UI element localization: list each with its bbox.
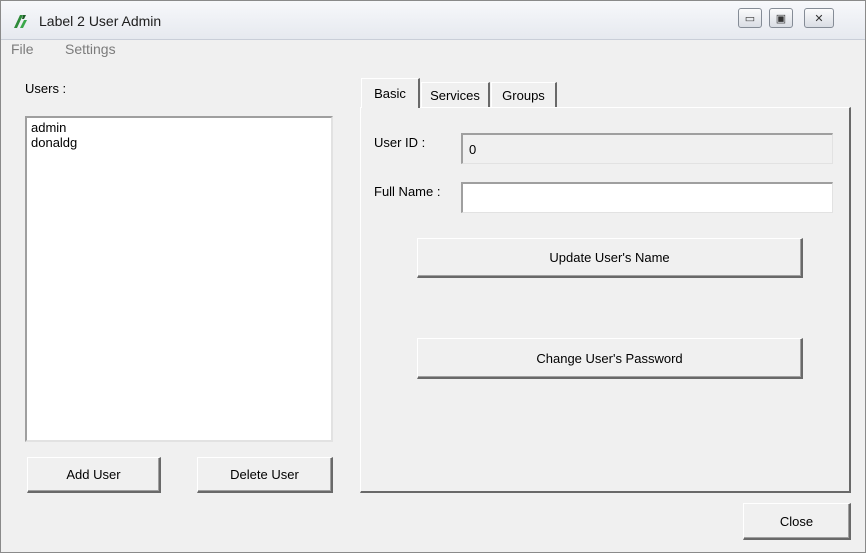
user-id-label: User ID : [374,135,426,150]
delete-user-button[interactable]: Delete User [197,457,333,493]
close-window-button[interactable]: ✕ [804,8,834,28]
menu-settings[interactable]: Settings [65,41,116,57]
maximize-button[interactable]: ▣ [769,8,793,28]
close-button[interactable]: Close [743,503,851,540]
full-name-input[interactable] [461,182,833,213]
list-item[interactable]: admin [31,120,327,135]
minimize-icon: ▭ [744,12,756,25]
update-users-name-button[interactable]: Update User's Name [417,238,803,278]
user-id-field: 0 [461,133,833,164]
full-name-label: Full Name : [374,184,441,199]
change-users-password-button[interactable]: Change User's Password [417,338,803,379]
app-logo-icon [14,15,27,28]
title-bar[interactable]: Label 2 User Admin ▭ ▣ ✕ [1,1,865,40]
tab-services[interactable]: Services [421,82,490,107]
tab-groups[interactable]: Groups [491,82,557,107]
close-icon: ✕ [814,12,824,25]
tab-basic[interactable]: Basic [361,78,420,108]
users-listbox[interactable]: admin donaldg [25,116,333,442]
tab-panel [360,107,851,493]
menu-bar: File Settings [1,39,865,61]
list-item[interactable]: donaldg [31,135,327,150]
minimize-button[interactable]: ▭ [738,8,762,28]
maximize-icon: ▣ [775,12,787,25]
users-label: Users : [25,81,67,96]
window-title: Label 2 User Admin [39,13,162,29]
app-window: Label 2 User Admin ▭ ▣ ✕ File Settings U… [0,0,866,553]
add-user-button[interactable]: Add User [27,457,161,493]
menu-file[interactable]: File [11,41,34,57]
